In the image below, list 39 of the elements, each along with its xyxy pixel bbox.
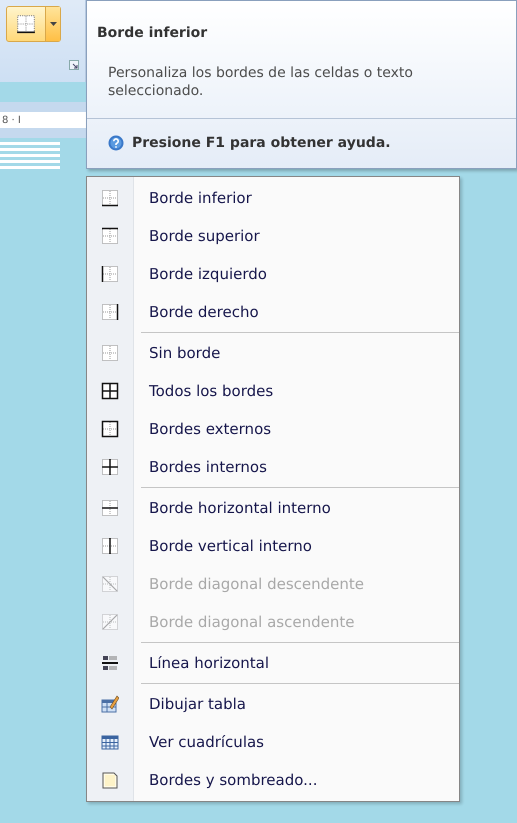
left-border-icon [101, 265, 119, 283]
dialog-launcher-icon[interactable] [69, 60, 79, 70]
right-border-icon [101, 303, 119, 321]
diagonal-down-icon [101, 575, 119, 593]
menu-item[interactable]: Línea horizontal [87, 644, 459, 682]
all-borders-icon [101, 382, 119, 400]
table-pencil-icon [101, 695, 119, 713]
menu-item[interactable]: Bordes internos [87, 448, 459, 486]
borders-split-button[interactable] [6, 6, 61, 42]
gridlines-icon [101, 733, 119, 751]
diagonal-up-icon [101, 613, 119, 631]
inside-horizontal-border-icon [101, 499, 119, 517]
bottom-border-icon [101, 189, 119, 207]
outside-borders-icon [101, 420, 119, 438]
page-icon [101, 771, 119, 789]
menu-item[interactable]: Borde vertical interno [87, 527, 459, 565]
horizontal-line-icon [101, 654, 119, 672]
menu-item[interactable]: Borde derecho [87, 293, 459, 331]
menu-item[interactable]: Ver cuadrículas [87, 723, 459, 761]
help-icon [108, 135, 124, 151]
top-border-icon [101, 227, 119, 245]
no-border-icon [101, 344, 119, 362]
tooltip-title: Borde inferior [96, 24, 208, 43]
inside-borders-icon [101, 458, 119, 476]
menu-item[interactable]: Bordes externos [87, 410, 459, 448]
menu-item[interactable]: Borde inferior [87, 179, 459, 217]
dropdown-arrow-icon [50, 22, 56, 26]
tooltip-description: Personaliza los bordes de las celdas o texto seleccionado. [107, 64, 414, 100]
menu-item[interactable]: Todos los bordes [87, 372, 459, 410]
bottom-border-icon [15, 14, 37, 34]
menu-item[interactable]: Borde superior [87, 217, 459, 255]
menu-item[interactable]: Dibujar tabla [87, 685, 459, 723]
menu-item[interactable]: Borde horizontal interno [87, 489, 459, 527]
menu-item[interactable]: Sin borde [87, 334, 459, 372]
inside-vertical-border-icon [101, 537, 119, 555]
help-text: Presione F1 para obtener ayuda. [132, 135, 391, 151]
menu-item[interactable]: Bordes y sombreado... [87, 761, 459, 799]
menu-item[interactable]: Borde izquierdo [87, 255, 459, 293]
ruler-number: 8 · I [0, 112, 86, 128]
